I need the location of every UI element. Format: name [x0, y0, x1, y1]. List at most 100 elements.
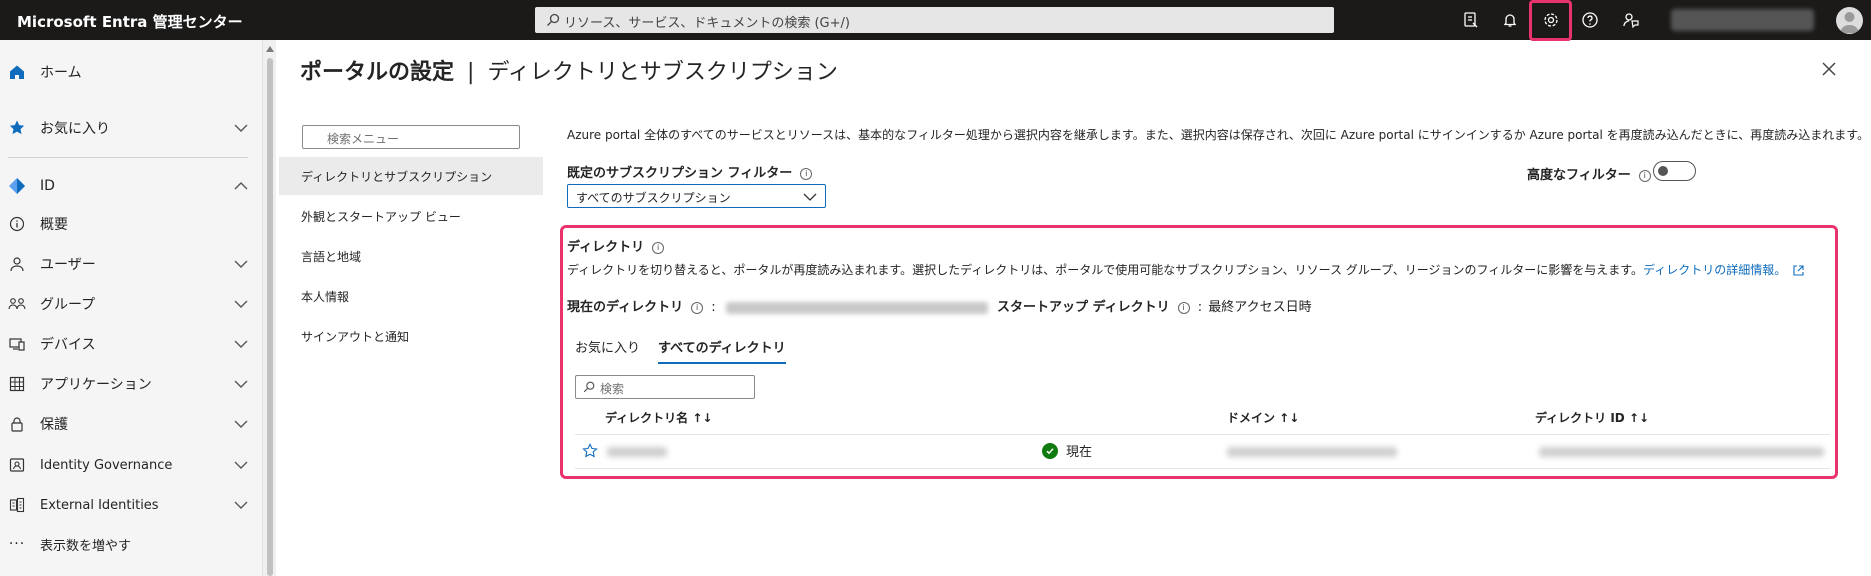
user-icon: [8, 255, 26, 273]
sidebar-item-identity-governance[interactable]: Identity Governance: [0, 449, 263, 481]
more-icon: ···: [8, 536, 26, 552]
sidebar-item-devices[interactable]: デバイス: [0, 328, 263, 360]
gear-icon[interactable]: [1539, 8, 1563, 32]
column-header-domain[interactable]: ドメイン ↑↓: [1227, 409, 1299, 426]
close-icon[interactable]: [1820, 60, 1838, 78]
submenu-language-region[interactable]: 言語と地域: [279, 237, 543, 275]
home-icon: [8, 63, 26, 81]
submenu-signout-notifications[interactable]: サインアウトと通知: [279, 317, 543, 355]
info-icon[interactable]: i: [1638, 169, 1651, 182]
external-icon: [8, 496, 26, 514]
submenu-my-information[interactable]: 本人情報: [279, 277, 543, 315]
sidebar-item-label: 概要: [40, 217, 68, 233]
sidebar-item-protection[interactable]: 保護: [0, 408, 263, 440]
chevron-down-icon[interactable]: [233, 336, 249, 352]
sidebar-item-users[interactable]: ユーザー: [0, 248, 263, 280]
scroll-up-icon[interactable]: [266, 46, 274, 52]
info-icon[interactable]: i: [1177, 301, 1190, 314]
copilot-feedback-icon[interactable]: [1459, 8, 1483, 32]
directory-heading-text: ディレクトリ: [567, 240, 645, 255]
current-directory: 現在のディレクトリ i :: [567, 296, 988, 315]
toggle-knob: [1658, 166, 1668, 176]
sidebar-item-label: アプリケーション: [40, 377, 152, 393]
column-header-directory-name[interactable]: ディレクトリ名 ↑↓: [605, 409, 712, 426]
info-icon[interactable]: i: [652, 241, 665, 254]
sidebar-item-favorites[interactable]: お気に入り: [0, 112, 263, 144]
chevron-down-icon: [803, 193, 817, 201]
sidebar-scrollbar[interactable]: [263, 40, 276, 576]
directory-description: ディレクトリを切り替えると、ポータルが再度読み込まれます。選択したディレクトリは…: [567, 261, 1804, 278]
page-title: ポータルの設定 | ディレクトリとサブスクリプション: [300, 54, 838, 86]
info-icon[interactable]: i: [691, 301, 704, 314]
lock-icon: [8, 415, 26, 433]
advanced-filter-label-text: 高度なフィルター: [1527, 168, 1631, 183]
sidebar-item-label: Identity Governance: [40, 457, 173, 473]
menu-search-input[interactable]: 検索メニュー: [302, 125, 520, 149]
sidebar-item-label: グループ: [40, 297, 96, 313]
page-title-separator: |: [467, 60, 475, 85]
checkmark-icon: [1042, 442, 1058, 459]
chevron-down-icon[interactable]: [233, 497, 249, 513]
default-filter-label: 既定のサブスクリプション フィルター i: [567, 162, 813, 181]
chevron-down-icon[interactable]: [233, 256, 249, 272]
account-info[interactable]: [1671, 9, 1814, 31]
chevron-down-icon[interactable]: [233, 457, 249, 473]
current-directory-colon: :: [711, 300, 716, 315]
feedback-icon[interactable]: [1619, 8, 1643, 32]
sidebar-item-external-identities[interactable]: External Identities: [0, 489, 263, 521]
chevron-down-icon[interactable]: [233, 416, 249, 432]
bell-icon[interactable]: [1498, 8, 1522, 32]
directory-learn-more-link[interactable]: ディレクトリの詳細情報。: [1643, 263, 1786, 277]
domain-value: [1227, 447, 1397, 457]
sidebar-item-label: デバイス: [40, 337, 96, 353]
startup-directory-value: 最終アクセス日時: [1208, 300, 1312, 315]
sidebar-item-label: ID: [40, 178, 55, 194]
column-header-directory-id[interactable]: ディレクトリ ID ↑↓: [1535, 409, 1649, 426]
star-icon[interactable]: [582, 443, 598, 459]
default-filter-label-text: 既定のサブスクリプション フィルター: [567, 166, 793, 181]
sidebar-item-label: ホーム: [40, 65, 82, 81]
avatar[interactable]: [1836, 7, 1863, 34]
app-title[interactable]: Microsoft Entra 管理センター: [17, 11, 243, 32]
global-search-input[interactable]: リソース、サービス、ドキュメントの検索 (G+/): [535, 7, 1334, 33]
sidebar-item-groups[interactable]: グループ: [0, 288, 263, 320]
advanced-filter-toggle[interactable]: [1653, 161, 1696, 181]
sidebar-item-id[interactable]: ID: [0, 170, 263, 202]
divider: [8, 157, 248, 158]
external-link-icon[interactable]: [1793, 265, 1804, 276]
directory-search-input[interactable]: 検索: [575, 375, 755, 399]
sidebar-item-overview[interactable]: 概要: [0, 208, 263, 240]
top-bar: Microsoft Entra 管理センター リソース、サービス、ドキュメントの…: [0, 0, 1871, 41]
governance-icon: [8, 456, 26, 474]
star-icon: [8, 119, 26, 137]
search-icon: [547, 13, 560, 26]
chevron-up-icon[interactable]: [233, 178, 249, 194]
search-icon: [583, 381, 595, 393]
tab-favorites[interactable]: お気に入り: [575, 337, 640, 362]
chevron-down-icon[interactable]: [233, 120, 249, 136]
info-icon[interactable]: i: [800, 167, 813, 180]
sidebar-item-show-more[interactable]: ··· 表示数を増やす: [0, 528, 263, 560]
startup-directory: スタートアップ ディレクトリ i : 最終アクセス日時: [997, 296, 1312, 315]
tab-all-directories[interactable]: すべてのディレクトリ: [658, 337, 786, 364]
sidebar-item-label: External Identities: [40, 497, 159, 513]
current-directory-value: [725, 301, 988, 314]
chevron-down-icon[interactable]: [233, 296, 249, 312]
info-icon: [8, 215, 26, 233]
inheritance-description: Azure portal 全体のすべてのサービスとリソースは、基本的なフィルター…: [567, 128, 1870, 142]
help-icon[interactable]: [1578, 8, 1602, 32]
sidebar-item-home[interactable]: ホーム: [0, 56, 263, 88]
left-navigation: ホーム お気に入り ID 概要 ユーザー グループ デバイス アプリケーション …: [0, 40, 263, 576]
subscription-filter-value: すべてのサブスクリプション: [576, 191, 731, 205]
scrollbar-thumb[interactable]: [267, 58, 273, 576]
diamond-icon: [8, 177, 26, 195]
page-title-sub: ディレクトリとサブスクリプション: [487, 60, 838, 85]
sidebar-item-applications[interactable]: アプリケーション: [0, 368, 263, 400]
submenu-directories-subscriptions[interactable]: ディレクトリとサブスクリプション: [279, 157, 543, 195]
chevron-down-icon[interactable]: [233, 376, 249, 392]
submenu-appearance-startup[interactable]: 外観とスタートアップ ビュー: [279, 197, 543, 235]
current-status: 現在: [1042, 441, 1092, 460]
startup-directory-label: スタートアップ ディレクトリ: [997, 300, 1170, 315]
subscription-filter-select[interactable]: すべてのサブスクリプション: [567, 184, 826, 208]
page-title-main: ポータルの設定: [300, 60, 455, 85]
